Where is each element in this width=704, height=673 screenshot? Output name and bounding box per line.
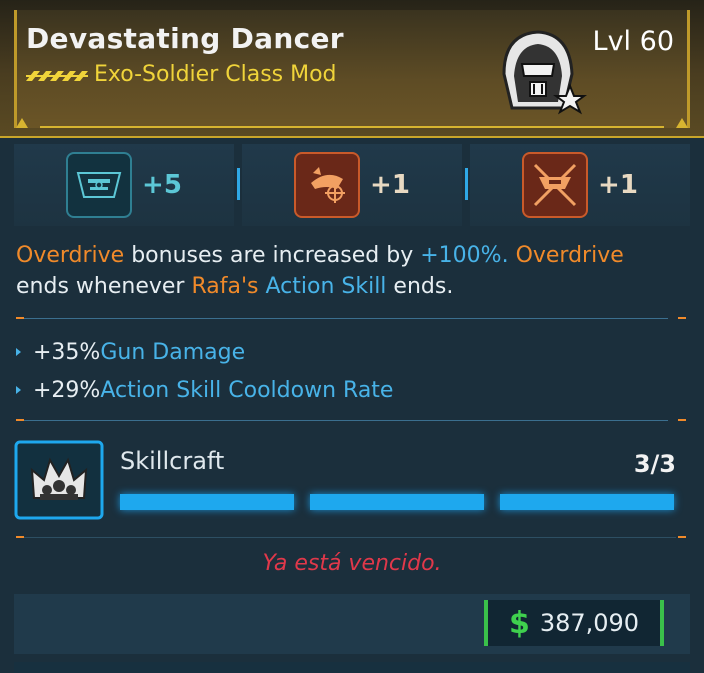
keyword-rafa: Rafa's	[191, 274, 259, 299]
divider-bottom	[16, 420, 668, 421]
skill-node-orange-target-icon	[294, 152, 361, 218]
description-text: ends.	[386, 274, 454, 299]
skillcraft-count: 3/3	[633, 450, 676, 478]
divider-dash	[16, 317, 24, 319]
description-text: bonuses are increased by	[124, 243, 421, 268]
keyword-overdrive: Overdrive	[16, 243, 125, 268]
price-footer: $ 387,090	[14, 594, 690, 654]
bonus-amount: +29%	[33, 377, 101, 403]
description-text: .	[501, 243, 516, 268]
skillcraft-progress	[120, 494, 674, 510]
item-type: Exo-Soldier Class Mod	[94, 62, 337, 87]
divider-dash	[678, 419, 686, 421]
skill-bonus-row: +5 +1 +1	[14, 144, 690, 226]
description-line-1: Overdrive bonuses are increased by +100%…	[16, 240, 686, 271]
divider-dash	[16, 419, 24, 421]
skillcraft-bar-segment	[310, 494, 484, 510]
skill-bonus-2[interactable]: +1	[242, 144, 468, 226]
skillcraft-label: Skillcraft	[120, 447, 225, 475]
bullet-arrow-icon	[16, 348, 21, 356]
list-item: +35% Gun Damage	[16, 333, 686, 371]
bonus-label: Gun Damage	[100, 339, 246, 365]
divider-dash	[678, 317, 686, 319]
item-name: Devastating Dancer	[26, 22, 344, 55]
skill-node-orange-crossed-icon	[522, 152, 589, 218]
divider-dash	[678, 536, 686, 538]
bonus-list: +35% Gun Damage +29% Action Skill Cooldo…	[16, 333, 686, 409]
item-type-row: Exo-Soldier Class Mod	[26, 62, 337, 87]
dollar-icon: $	[508, 605, 530, 641]
bonus-value: +100%	[420, 243, 502, 268]
divider-skillcraft	[16, 537, 676, 538]
keyword-overdrive: Overdrive	[515, 243, 624, 268]
header-corner-right-icon	[676, 118, 688, 128]
divider-dash	[16, 536, 24, 538]
exo-soldier-helmet-icon	[502, 30, 587, 115]
header-underline	[40, 126, 664, 128]
item-description: Overdrive bonuses are increased by +100%…	[16, 240, 686, 302]
rarity-chevrons-icon	[26, 70, 88, 81]
skill-node-teal-icon	[66, 152, 133, 218]
stat-separator	[237, 168, 240, 200]
divider-top	[16, 318, 668, 319]
skill-bonus-3[interactable]: +1	[470, 144, 690, 226]
skill-bonus-3-value: +1	[598, 170, 638, 200]
item-header: Devastating Dancer Exo-Soldier Class Mod…	[0, 0, 704, 138]
skillcraft-bar-segment	[120, 494, 294, 510]
keyword-action-skill: Action Skill	[265, 274, 387, 299]
skill-bonus-1[interactable]: +5	[14, 144, 240, 226]
header-corner-left-icon	[16, 118, 28, 128]
list-item: +29% Action Skill Cooldown Rate	[16, 371, 686, 409]
bonus-label: Action Skill Cooldown Rate	[100, 377, 394, 403]
price-value: 387,090	[539, 609, 640, 637]
description-text: ends whenever	[16, 274, 192, 299]
expired-status: Ya está vencido.	[262, 551, 442, 576]
stat-separator	[465, 168, 468, 200]
description-line-2: ends whenever Rafa's Action Skill ends.	[16, 271, 686, 302]
skillcraft-bar-segment	[500, 494, 674, 510]
bullet-arrow-icon	[16, 386, 21, 394]
skillcraft-crown-icon	[14, 440, 104, 520]
bottom-strip	[14, 662, 690, 673]
bonus-amount: +35%	[33, 339, 101, 365]
price-tag: $ 387,090	[484, 600, 664, 646]
skill-bonus-1-value: +5	[142, 170, 182, 200]
item-level: Lvl 60	[592, 26, 674, 57]
skill-bonus-2-value: +1	[370, 170, 410, 200]
